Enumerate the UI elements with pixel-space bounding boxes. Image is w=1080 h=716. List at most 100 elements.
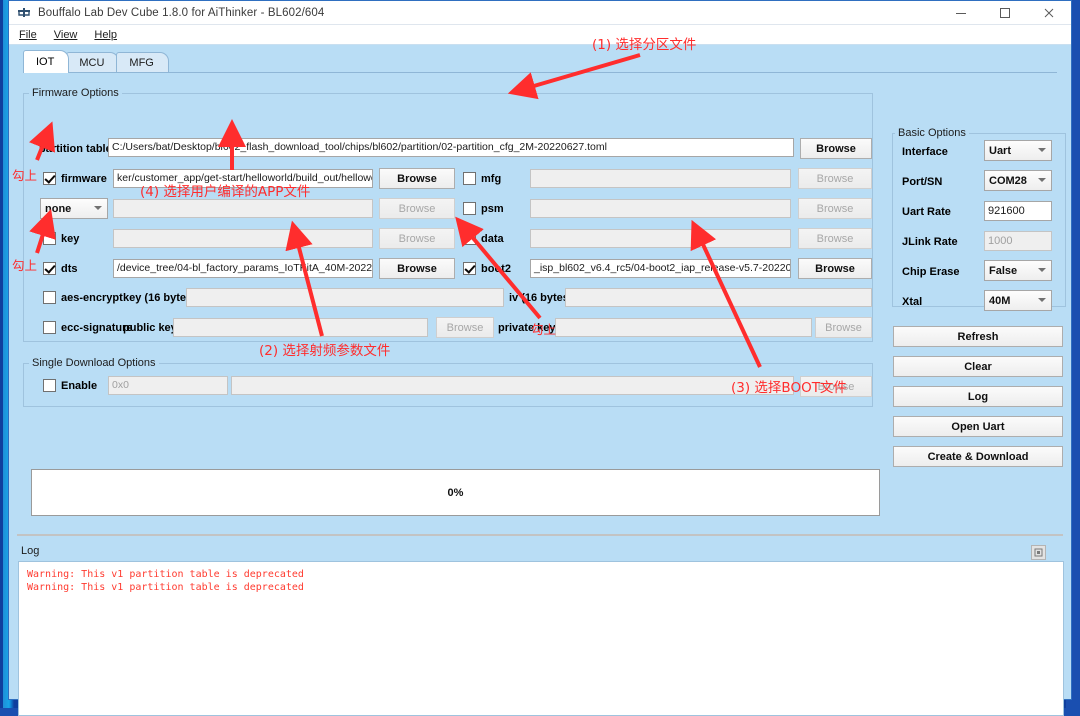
- psm-checkbox[interactable]: [463, 202, 476, 215]
- dts-path-input[interactable]: /device_tree/04-bl_factory_params_IoTKit…: [113, 259, 373, 278]
- single-download-file-input[interactable]: [231, 376, 794, 395]
- open-uart-button[interactable]: Open Uart: [893, 416, 1063, 437]
- minimize-icon[interactable]: [939, 1, 983, 24]
- uart-rate-label: Uart Rate: [902, 206, 951, 218]
- dts-checkbox[interactable]: [43, 262, 56, 275]
- partition-table-label: partition table: [39, 143, 112, 155]
- log-line: Warning: This v1 partition table is depr…: [27, 569, 304, 580]
- data-checkbox-label: data: [481, 233, 504, 245]
- mfg-path-input[interactable]: [530, 169, 791, 188]
- tab-underline: [23, 72, 1057, 73]
- log-label: Log: [21, 545, 40, 557]
- log-button[interactable]: Log: [893, 386, 1063, 407]
- menu-item-view[interactable]: View: [54, 29, 78, 41]
- psm-checkbox-label: psm: [481, 203, 504, 215]
- uart-rate-input[interactable]: 921600: [984, 201, 1052, 221]
- aes-encrypt-label: aes-encrypt: [61, 292, 123, 304]
- mfg-checkbox[interactable]: [463, 172, 476, 185]
- key-checkbox[interactable]: [43, 232, 56, 245]
- key-checkbox-label: key: [61, 233, 80, 245]
- log-line: Warning: This v1 partition table is depr…: [27, 582, 304, 593]
- firmware-options-title: Firmware Options: [29, 87, 122, 99]
- jlink-rate-label: JLink Rate: [902, 236, 958, 248]
- menu-item-help[interactable]: Help: [94, 29, 117, 41]
- firmware-type-path-input[interactable]: [113, 199, 373, 218]
- chevron-down-icon: [1038, 266, 1047, 275]
- menu-item-file[interactable]: File: [19, 29, 37, 41]
- boot2-path-input[interactable]: _isp_bl602_v6.4_rc5/04-boot2_iap_release…: [530, 259, 791, 278]
- log-output[interactable]: Warning: This v1 partition table is depr…: [18, 561, 1064, 716]
- private-key-browse-button[interactable]: Browse: [815, 317, 872, 338]
- dts-checkbox-label: dts: [61, 263, 78, 275]
- firmware-type-browse-button[interactable]: Browse: [379, 198, 455, 219]
- annotation-check-1: 勾上: [12, 168, 38, 183]
- data-checkbox[interactable]: [463, 232, 476, 245]
- close-icon[interactable]: [1027, 1, 1071, 24]
- data-browse-button[interactable]: Browse: [798, 228, 872, 249]
- chevron-down-icon: [1038, 296, 1047, 305]
- partition-table-browse-button[interactable]: Browse: [800, 138, 872, 159]
- aes-key-label: key (16 bytes): [123, 292, 196, 304]
- annotation-3: (3) 选择BOOT文件: [731, 380, 847, 396]
- single-download-options-title: Single Download Options: [29, 357, 159, 369]
- annotation-2: (2) 选择射频参数文件: [259, 343, 391, 359]
- public-key-input[interactable]: [173, 318, 428, 337]
- chevron-down-icon: [1038, 176, 1047, 185]
- tab-mfg[interactable]: MFG: [116, 52, 169, 73]
- mfg-browse-button[interactable]: Browse: [798, 168, 872, 189]
- refresh-button[interactable]: Refresh: [893, 326, 1063, 347]
- pin-icon[interactable]: [1031, 545, 1046, 560]
- firmware-type-select-value: none: [45, 202, 72, 215]
- chevron-down-icon: [94, 204, 103, 213]
- partition-table-input[interactable]: C:/Users/bat/Desktop/bl602_flash_downloa…: [108, 138, 794, 157]
- annotation-check-2: 勾上: [12, 258, 38, 273]
- ecc-signature-checkbox[interactable]: [43, 321, 56, 334]
- progress-bar: 0%: [31, 469, 880, 516]
- interface-select[interactable]: Uart: [984, 140, 1052, 161]
- dts-browse-button[interactable]: Browse: [379, 258, 455, 279]
- firmware-type-select[interactable]: none: [40, 198, 108, 219]
- log-divider: [17, 534, 1063, 536]
- port-sn-label: Port/SN: [902, 176, 943, 188]
- xtal-select-value: 40M: [989, 294, 1011, 307]
- maximize-icon[interactable]: [983, 1, 1027, 24]
- clear-button[interactable]: Clear: [893, 356, 1063, 377]
- key-path-input[interactable]: [113, 229, 373, 248]
- aes-iv-input[interactable]: [565, 288, 872, 307]
- single-download-address-input[interactable]: 0x0: [108, 376, 228, 395]
- app-window: Bouffalo Lab Dev Cube 1.8.0 for AiThinke…: [8, 0, 1072, 716]
- private-key-input[interactable]: [555, 318, 812, 337]
- port-sn-select[interactable]: COM28: [984, 170, 1052, 191]
- psm-path-input[interactable]: [530, 199, 791, 218]
- aes-iv-label: iv (16 bytes): [509, 292, 573, 304]
- firmware-browse-button[interactable]: Browse: [379, 168, 455, 189]
- port-sn-select-value: COM28: [989, 174, 1027, 187]
- public-key-browse-button[interactable]: Browse: [436, 317, 494, 338]
- data-path-input[interactable]: [530, 229, 791, 248]
- tab-iot[interactable]: IOT: [23, 50, 70, 73]
- boot2-browse-button[interactable]: Browse: [798, 258, 872, 279]
- psm-browse-button[interactable]: Browse: [798, 198, 872, 219]
- annotation-check-3: 勾上: [531, 322, 557, 337]
- chip-erase-select[interactable]: False: [984, 260, 1052, 281]
- firmware-checkbox[interactable]: [43, 172, 56, 185]
- jlink-rate-input[interactable]: 1000: [984, 231, 1052, 251]
- xtal-select[interactable]: 40M: [984, 290, 1052, 311]
- key-browse-button[interactable]: Browse: [379, 228, 455, 249]
- aes-key-input[interactable]: [186, 288, 504, 307]
- aes-encrypt-checkbox[interactable]: [43, 291, 56, 304]
- title-bar: Bouffalo Lab Dev Cube 1.8.0 for AiThinke…: [9, 1, 1071, 25]
- interface-select-value: Uart: [989, 144, 1012, 157]
- firmware-checkbox-label: firmware: [61, 173, 107, 185]
- window-body: IOT MCU MFG Firmware Options partition t…: [9, 45, 1071, 716]
- single-download-enable-checkbox[interactable]: [43, 379, 56, 392]
- boot2-checkbox-label: boot2: [481, 263, 511, 275]
- ecc-signature-label: ecc-signature: [61, 322, 133, 334]
- window-title: Bouffalo Lab Dev Cube 1.8.0 for AiThinke…: [38, 6, 325, 19]
- boot2-checkbox[interactable]: [463, 262, 476, 275]
- tab-bar: IOT MCU MFG: [23, 50, 169, 73]
- tab-mcu[interactable]: MCU: [66, 52, 120, 73]
- create-and-download-button[interactable]: Create & Download: [893, 446, 1063, 467]
- annotation-4: (4) 选择用户编译的APP文件: [140, 184, 311, 200]
- chevron-down-icon: [1038, 146, 1047, 155]
